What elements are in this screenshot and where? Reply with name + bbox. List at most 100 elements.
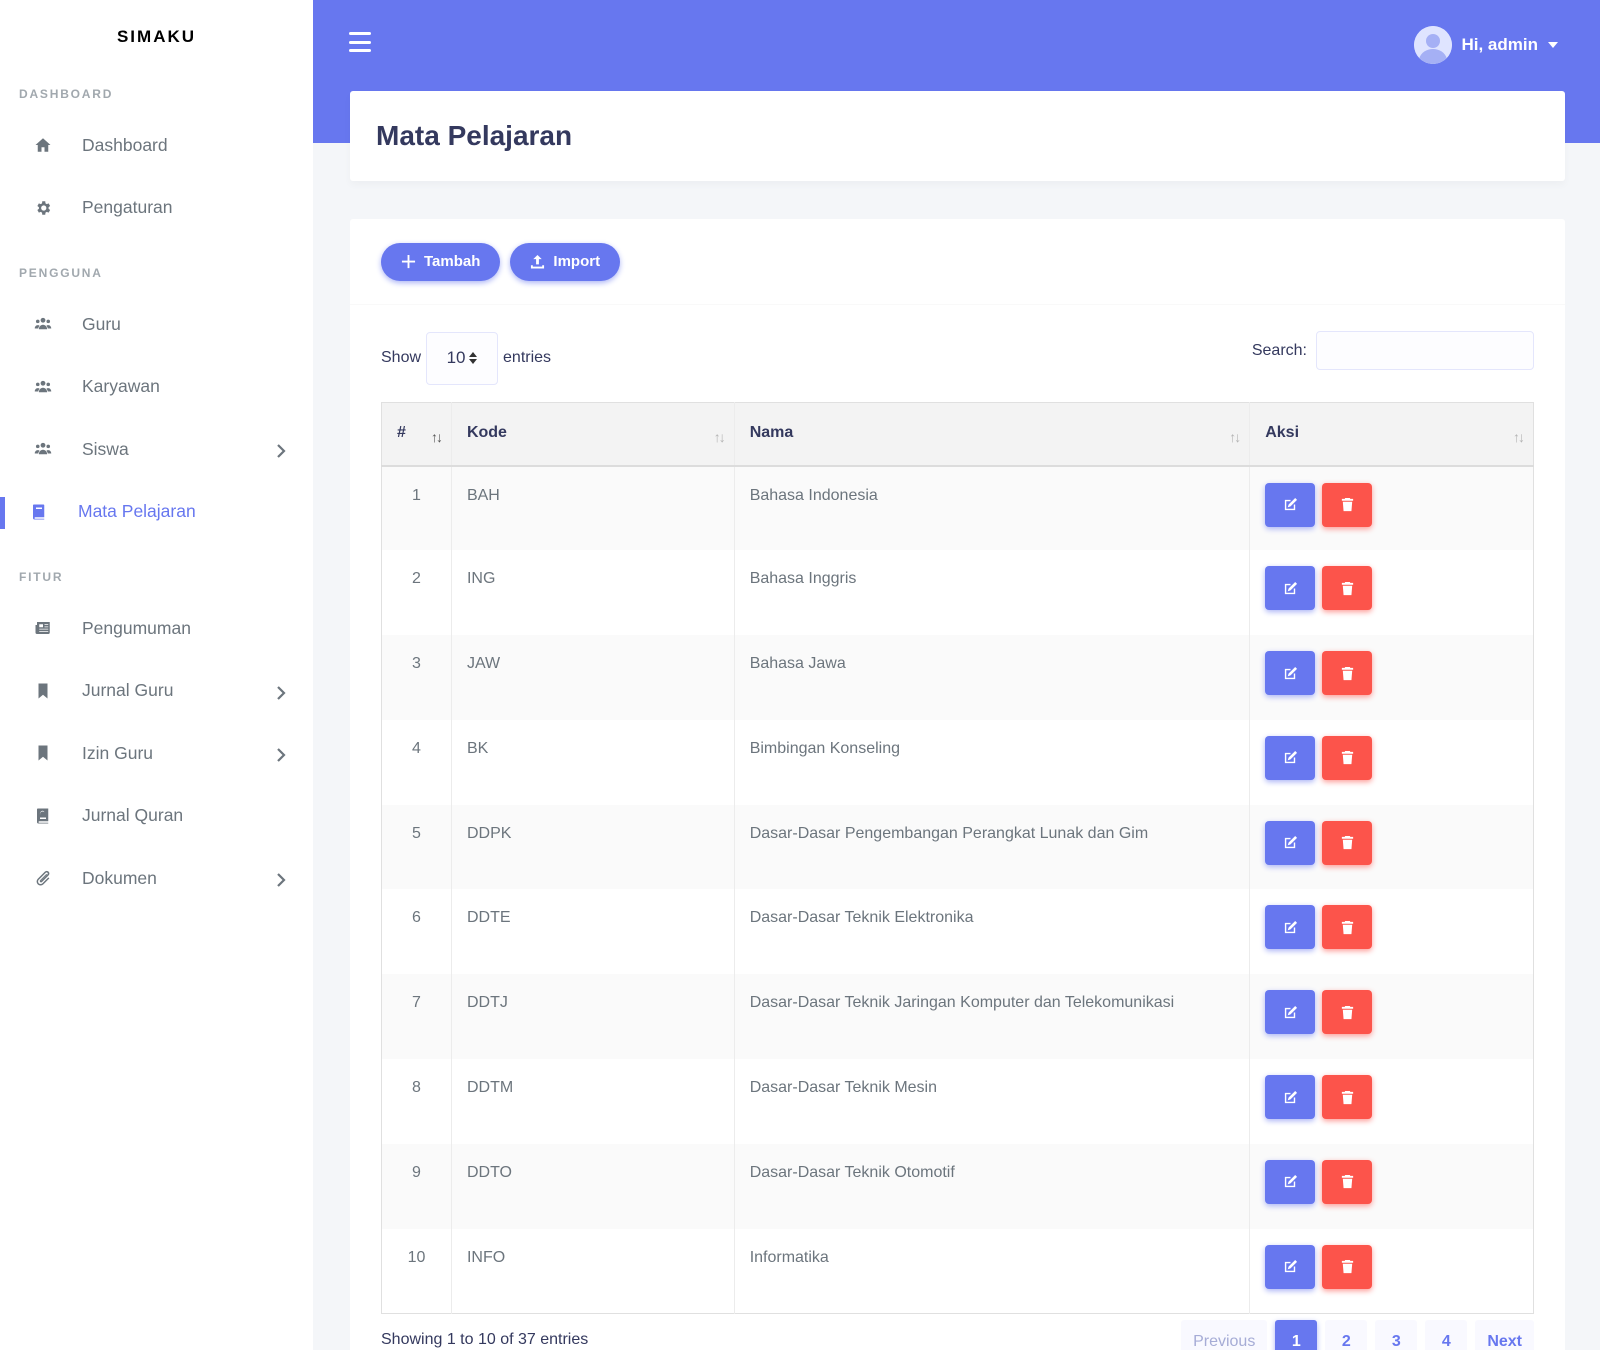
edit-button[interactable]: [1265, 651, 1316, 696]
pagination-page[interactable]: 4: [1425, 1320, 1468, 1350]
sidebar-item-pengaturan[interactable]: Pengaturan: [0, 177, 313, 240]
column-header-no[interactable]: # ↑↓: [381, 402, 452, 467]
sidebar-item-label: Mata Pelajaran: [78, 501, 196, 522]
trash-icon: [1340, 835, 1355, 850]
hamburger-menu-icon[interactable]: [349, 32, 371, 52]
pagination-previous[interactable]: Previous: [1181, 1320, 1268, 1350]
caret-down-icon: [1548, 42, 1558, 48]
users-icon: [34, 315, 52, 333]
users-icon: [34, 378, 52, 396]
import-button[interactable]: Import: [510, 242, 621, 281]
sidebar-item-pengumuman[interactable]: Pengumuman: [0, 597, 313, 660]
edit-icon: [1283, 750, 1298, 765]
search-label: Search:: [1251, 341, 1307, 359]
delete-button[interactable]: [1322, 820, 1373, 865]
delete-button[interactable]: [1322, 1159, 1373, 1204]
cell-no: 5: [381, 804, 452, 890]
page-title: Mata Pelajaran: [376, 120, 573, 151]
brand-logo[interactable]: SIMAKU: [0, 0, 313, 74]
sidebar-item-guru[interactable]: Guru: [0, 293, 313, 356]
chevron-right-icon: [275, 871, 287, 888]
edit-button[interactable]: [1265, 566, 1316, 611]
sort-icon: ↑↓: [713, 429, 726, 445]
table-info: Showing 1 to 10 of 37 entries: [381, 1331, 589, 1348]
table-row: 5 DDPK Dasar-Dasar Pengembangan Perangkat …: [381, 804, 1534, 890]
sort-icon: ↑↓: [1513, 429, 1525, 445]
column-header-kode[interactable]: Kode ↑↓: [451, 402, 735, 467]
trash-icon: [1340, 920, 1355, 935]
pagination-page[interactable]: 2: [1325, 1320, 1368, 1350]
column-header-nama[interactable]: Nama ↑↓: [734, 402, 1251, 467]
sidebar-item-siswa[interactable]: Siswa: [0, 418, 313, 481]
add-button[interactable]: Tambah: [381, 242, 501, 281]
edit-button[interactable]: [1265, 820, 1316, 865]
edit-button[interactable]: [1265, 1075, 1316, 1120]
edit-button[interactable]: [1265, 735, 1316, 780]
table-row: 2 ING Bahasa Inggris: [381, 550, 1534, 636]
trash-icon: [1340, 1259, 1355, 1274]
cell-nama: Dasar-Dasar Teknik Otomotif: [734, 1143, 1251, 1229]
delete-button[interactable]: [1322, 905, 1373, 950]
cell-no: 7: [381, 974, 452, 1060]
pagination-page[interactable]: 3: [1375, 1320, 1418, 1350]
cell-kode: BAH: [451, 465, 735, 551]
cell-aksi: [1250, 974, 1534, 1059]
user-menu[interactable]: Hi, admin: [1414, 26, 1558, 64]
delete-button[interactable]: [1322, 990, 1373, 1035]
search-box: Search:: [1252, 331, 1534, 370]
delete-button[interactable]: [1322, 566, 1373, 611]
edit-icon: [1283, 1174, 1298, 1189]
pagination-page[interactable]: 1: [1275, 1320, 1318, 1350]
bookmark-icon: [34, 744, 52, 762]
bookmark-icon: [34, 682, 52, 700]
edit-button[interactable]: [1265, 1244, 1316, 1289]
column-header-aksi[interactable]: Aksi ↑↓: [1249, 402, 1534, 467]
cell-nama: Bahasa Jawa: [734, 635, 1251, 720]
import-button-label: Import: [553, 253, 601, 270]
sidebar-item-label: Pengaturan: [82, 197, 173, 218]
sidebar-item-dokumen[interactable]: Dokumen: [0, 847, 313, 910]
cell-kode: DDTO: [451, 1143, 735, 1229]
edit-icon: [1283, 1005, 1298, 1020]
cell-no: 8: [381, 1059, 452, 1144]
cell-kode: BK: [451, 719, 735, 805]
sidebar-item-izin-guru[interactable]: Izin Guru: [0, 722, 313, 785]
entries-select[interactable]: 10: [426, 331, 499, 385]
delete-button[interactable]: [1322, 735, 1373, 780]
sidebar-item-label: Siswa: [82, 438, 129, 459]
delete-button[interactable]: [1322, 1244, 1373, 1289]
sidebar-item-label: Karyawan: [82, 376, 160, 397]
edit-icon: [1283, 497, 1298, 512]
cell-nama: Informatika: [734, 1228, 1251, 1314]
sidebar-item-karyawan[interactable]: Karyawan: [0, 356, 313, 419]
edit-icon: [1283, 581, 1298, 596]
sidebar-item-label: Dashboard: [82, 134, 168, 155]
cell-no: 4: [381, 719, 452, 805]
cell-aksi: [1250, 1229, 1534, 1314]
table-row: 8 DDTM Dasar-Dasar Teknik Mesin: [381, 1059, 1534, 1144]
edit-button[interactable]: [1265, 990, 1316, 1035]
delete-button[interactable]: [1322, 1075, 1373, 1120]
sidebar-item-mata-pelajaran[interactable]: Mata Pelajaran: [0, 481, 313, 544]
edit-button[interactable]: [1265, 905, 1316, 950]
sidebar-item-jurnal-guru[interactable]: Jurnal Guru: [0, 660, 313, 723]
delete-button[interactable]: [1322, 651, 1373, 696]
sidebar-item-dashboard[interactable]: Dashboard: [0, 114, 313, 177]
table-row: 6 DDTE Dasar-Dasar Teknik Elektronika: [381, 889, 1534, 975]
trash-icon: [1340, 750, 1355, 765]
trash-icon: [1340, 1174, 1355, 1189]
search-input[interactable]: [1316, 331, 1534, 370]
cell-aksi: [1250, 550, 1534, 635]
table-row: 1 BAH Bahasa Indonesia: [381, 465, 1534, 551]
menu-header-pengguna: PENGGUNA: [19, 266, 103, 280]
sidebar-item-jurnal-quran[interactable]: Jurnal Quran: [0, 785, 313, 848]
edit-button[interactable]: [1265, 1159, 1316, 1204]
pagination-next[interactable]: Next: [1475, 1320, 1534, 1350]
cell-aksi: [1250, 635, 1534, 720]
cell-no: 3: [381, 635, 452, 720]
delete-button[interactable]: [1322, 482, 1373, 527]
cell-kode: INFO: [451, 1228, 735, 1314]
cell-no: 9: [381, 1143, 452, 1229]
datatable-controls: Show 10 entries Search:: [381, 331, 1534, 385]
edit-button[interactable]: [1265, 482, 1316, 527]
